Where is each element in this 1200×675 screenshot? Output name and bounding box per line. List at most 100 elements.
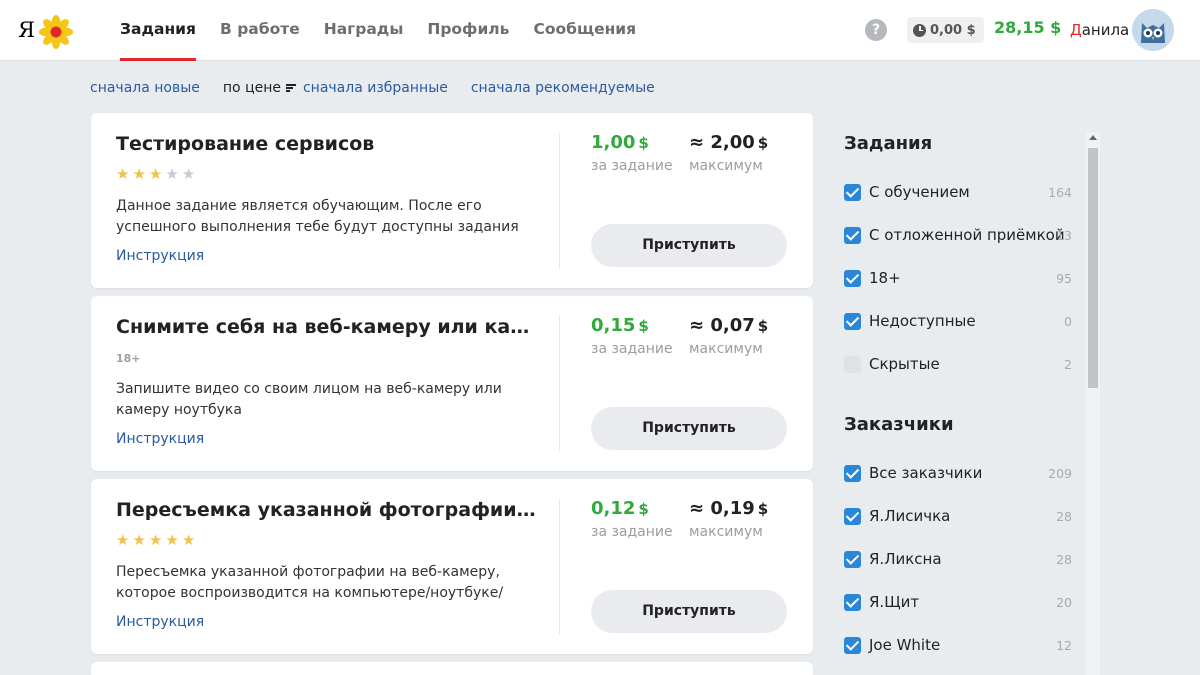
checkbox[interactable]: [844, 312, 861, 330]
task-card[interactable]: Снимите себя на веб-камеру или камеру но…: [91, 296, 813, 471]
filter-count: 95: [1056, 270, 1072, 286]
sort-favorites-link[interactable]: сначала избранные: [303, 80, 448, 96]
filter-customer[interactable]: Joe White 12: [844, 635, 1074, 655]
star-icon: ★: [148, 165, 163, 183]
filter-customer[interactable]: Я.Щит 20: [844, 592, 1074, 612]
sort-recommended-link[interactable]: сначала рекомендуемые: [471, 80, 655, 96]
filter-count: 12: [1056, 637, 1072, 653]
task-max-price-value: ≈ 0,19: [689, 498, 755, 519]
instruction-link[interactable]: Инструкция: [116, 431, 204, 447]
max-label: максимум: [689, 341, 763, 357]
owl-icon: [1132, 9, 1174, 51]
star-icon: ★: [132, 531, 146, 549]
logo-letter: Я: [18, 18, 35, 42]
start-button[interactable]: Приступить: [591, 590, 787, 633]
help-icon[interactable]: ?: [865, 19, 887, 41]
tasks-filter-title: Задания: [844, 133, 933, 154]
task-description: Данное задание является обучающим. После…: [116, 198, 519, 235]
card-divider: [559, 316, 560, 451]
star-icon: ★: [132, 165, 146, 183]
filter-label: Все заказчики: [869, 464, 983, 482]
task-price: 0,12 $: [591, 498, 649, 519]
checkbox[interactable]: [844, 550, 861, 568]
sort-desc-icon: [285, 83, 296, 93]
card-divider: [559, 499, 560, 634]
rating-stars: ★ ★ ★ ★ ★: [116, 532, 195, 548]
user-name-initial: Д: [1070, 21, 1082, 39]
account-balance[interactable]: 28,15 $: [994, 18, 1061, 37]
nav-profile[interactable]: Профиль: [427, 0, 509, 61]
currency-label: $: [638, 134, 649, 152]
star-icon: ★: [181, 165, 196, 183]
filter-count: 20: [1056, 594, 1072, 610]
pending-balance-value: 0,00 $: [930, 22, 976, 38]
task-title[interactable]: Тестирование сервисов: [116, 133, 536, 155]
card-divider: [559, 133, 560, 268]
sidebar-scrollbar[interactable]: [1086, 132, 1100, 675]
filter-label: С обучением: [869, 183, 970, 201]
star-icon: ★: [148, 531, 163, 549]
main-nav: Задания В работе Награды Профиль Сообщен…: [120, 0, 660, 61]
yandex-logo[interactable]: Я: [16, 12, 76, 50]
filter-count: 0: [1064, 313, 1072, 329]
sort-newest-link[interactable]: сначала новые: [90, 80, 200, 96]
user-name-rest: анила: [1081, 21, 1130, 39]
filter-with-training[interactable]: С обучением 164: [844, 182, 1074, 202]
checkbox[interactable]: [844, 226, 861, 244]
scroll-up-icon[interactable]: [1089, 135, 1097, 140]
checkbox[interactable]: [844, 636, 861, 654]
per-task-label: за задание: [591, 524, 673, 540]
filter-count: 13: [1056, 227, 1072, 243]
scroll-thumb[interactable]: [1088, 148, 1098, 388]
checkbox[interactable]: [844, 269, 861, 287]
nav-in-progress[interactable]: В работе: [220, 0, 300, 61]
filter-count: 28: [1056, 508, 1072, 524]
sort-by-price[interactable]: по цене: [223, 80, 303, 96]
filter-customer[interactable]: Я.Лисичка 28: [844, 506, 1074, 526]
task-price: 0,15 $: [591, 315, 649, 336]
task-card[interactable]: Тестирование сервисов ★ ★ ★ ★ ★ Данное з…: [91, 113, 813, 288]
task-title[interactable]: Пересъемка указанной фотографии на веб-.…: [116, 499, 536, 521]
avatar[interactable]: [1132, 9, 1174, 51]
filter-label: Скрытые: [869, 355, 940, 373]
nav-rewards[interactable]: Награды: [324, 0, 404, 61]
user-name[interactable]: Данила: [1070, 21, 1129, 39]
filter-18-plus[interactable]: 18+ 95: [844, 268, 1074, 288]
pending-balance[interactable]: 0,00 $: [907, 17, 984, 43]
instruction-link[interactable]: Инструкция: [116, 248, 204, 264]
filter-count: 2: [1064, 356, 1072, 372]
nav-tasks[interactable]: Задания: [120, 0, 196, 61]
filter-count: 28: [1056, 551, 1072, 567]
task-card[interactable]: [91, 662, 813, 675]
filter-label: С отложенной приёмкой: [869, 226, 1065, 244]
per-task-label: за задание: [591, 341, 673, 357]
checkbox[interactable]: [844, 507, 861, 525]
sort-price-label: по цене: [222, 80, 281, 96]
filter-unavailable[interactable]: Недоступные 0: [844, 311, 1074, 331]
task-card[interactable]: Пересъемка указанной фотографии на веб-.…: [91, 479, 813, 654]
filter-hidden[interactable]: Скрытые 2: [844, 354, 1074, 374]
filter-delayed-acceptance[interactable]: С отложенной приёмкой 13: [844, 225, 1074, 245]
filter-label: Joe White: [869, 636, 941, 654]
task-max-price-value: ≈ 0,07: [689, 315, 755, 336]
currency-label: $: [638, 500, 649, 518]
task-max-price: ≈ 2,00 $: [689, 132, 768, 153]
star-icon: ★: [165, 165, 179, 183]
checkbox[interactable]: [844, 593, 861, 611]
start-button[interactable]: Приступить: [591, 224, 787, 267]
nav-messages[interactable]: Сообщения: [533, 0, 636, 61]
flower-icon: [39, 15, 73, 49]
checkbox[interactable]: [844, 183, 861, 201]
top-header: Я Задания В работе Награды Профиль Сообщ…: [0, 0, 1200, 61]
filter-all-customers[interactable]: Все заказчики 209: [844, 463, 1074, 483]
currency-label: $: [757, 317, 769, 335]
instruction-link[interactable]: Инструкция: [116, 614, 204, 630]
currency-label: $: [757, 500, 769, 518]
task-title[interactable]: Снимите себя на веб-камеру или камеру но…: [116, 316, 536, 338]
task-max-price: ≈ 0,07 $: [689, 315, 768, 336]
sort-bar: сначала новые по цене сначала избранные …: [90, 78, 655, 98]
checkbox[interactable]: [844, 355, 861, 373]
checkbox[interactable]: [844, 464, 861, 482]
filter-customer[interactable]: Я.Ликсна 28: [844, 549, 1074, 569]
start-button[interactable]: Приступить: [591, 407, 787, 450]
